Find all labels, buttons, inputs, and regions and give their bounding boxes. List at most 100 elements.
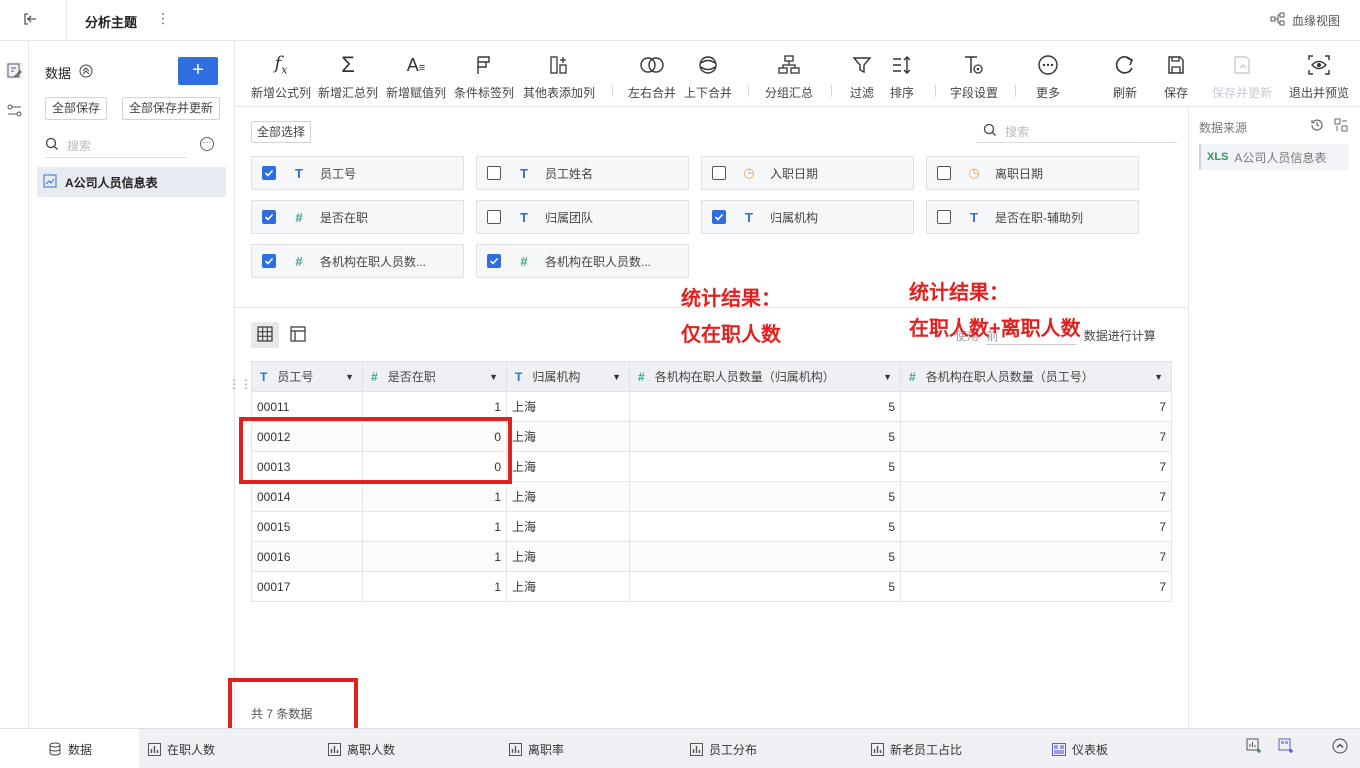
field-chip-is-employed-helper[interactable]: T 是否在职-辅助列: [926, 200, 1139, 234]
table-cell[interactable]: 5: [629, 511, 901, 542]
field-chip-team[interactable]: T 归属团队: [476, 200, 689, 234]
transform-icon[interactable]: [6, 102, 23, 119]
checkbox-checked[interactable]: [712, 210, 726, 224]
left-right-merge-button[interactable]: 左右合并: [626, 51, 678, 101]
add-summary-column-button[interactable]: Σ 新增汇总列: [317, 51, 379, 101]
table-cell[interactable]: 上海: [506, 451, 630, 482]
table-cell[interactable]: 7: [900, 541, 1172, 572]
refresh-button[interactable]: 刷新: [1108, 51, 1142, 101]
checkbox-unchecked[interactable]: [487, 210, 501, 224]
sort-button[interactable]: 排序: [885, 51, 919, 101]
checkbox-unchecked[interactable]: [937, 210, 951, 224]
group-summary-button[interactable]: 分组汇总: [762, 51, 816, 101]
add-dashboard-icon[interactable]: [1278, 738, 1294, 757]
table-cell[interactable]: 7: [900, 571, 1172, 602]
table-cell[interactable]: 1: [362, 511, 507, 542]
collapse-tabs-icon[interactable]: [1332, 738, 1348, 757]
table-item[interactable]: A公司人员信息表: [37, 167, 226, 197]
table-cell[interactable]: 上海: [506, 421, 630, 452]
tab-dashboard[interactable]: 仪表板: [1052, 729, 1108, 768]
add-formula-column-button[interactable]: fx 新增公式列: [250, 51, 312, 101]
lineage-view-button[interactable]: 血缘视图: [1270, 12, 1340, 29]
checkbox-checked[interactable]: [487, 254, 501, 268]
table-cell[interactable]: 00015: [251, 511, 363, 542]
table-cell[interactable]: 00017: [251, 571, 363, 602]
table-cell[interactable]: 上海: [506, 571, 630, 602]
caret-down-icon[interactable]: ▼: [883, 372, 892, 382]
data-source-item[interactable]: XLS A公司人员信息表: [1199, 144, 1349, 170]
save-and-update-button[interactable]: 保存并更新: [1208, 51, 1276, 101]
caret-down-icon[interactable]: ▼: [612, 372, 621, 382]
field-chip-org-employee-count-2[interactable]: # 各机构在职人员数...: [476, 244, 689, 278]
field-chip-org[interactable]: T 归属机构: [701, 200, 914, 234]
table-cell[interactable]: 5: [629, 451, 901, 482]
exit-icon[interactable]: [22, 11, 42, 31]
save-all-button[interactable]: 全部保存: [45, 97, 108, 120]
table-cell[interactable]: 7: [900, 451, 1172, 482]
table-cell[interactable]: 上海: [506, 541, 630, 572]
add-assign-column-button[interactable]: A≡ 新增赋值列: [385, 51, 447, 101]
condition-tag-column-button[interactable]: 条件标签列: [453, 51, 515, 101]
add-column-from-other-table-button[interactable]: 其他表添加列: [521, 51, 597, 101]
table-cell[interactable]: 1: [362, 541, 507, 572]
checkbox-unchecked[interactable]: [487, 166, 501, 180]
caret-down-icon[interactable]: ▼: [345, 372, 354, 382]
table-cell[interactable]: 1: [362, 571, 507, 602]
filter-button[interactable]: 过滤: [845, 51, 879, 101]
tab-employed-count[interactable]: 在职人数: [148, 729, 215, 768]
field-chip-employee-id[interactable]: T 员工号: [251, 156, 464, 190]
table-cell[interactable]: 7: [900, 391, 1172, 422]
checkbox-unchecked[interactable]: [712, 166, 726, 180]
tab-turnover-rate[interactable]: 离职率: [509, 729, 564, 768]
save-button[interactable]: 保存: [1159, 51, 1193, 101]
column-header-is-employed[interactable]: # 是否在职 ▼: [362, 361, 507, 392]
column-header-org[interactable]: T 归属机构 ▼: [506, 361, 630, 392]
table-cell[interactable]: 5: [629, 481, 901, 512]
field-chip-is-employed[interactable]: # 是否在职: [251, 200, 464, 234]
save-all-update-button[interactable]: 全部保存并更新: [122, 97, 221, 120]
field-chip-org-employee-count-1[interactable]: # 各机构在职人员数...: [251, 244, 464, 278]
table-cell[interactable]: 5: [629, 541, 901, 572]
checkbox-checked[interactable]: [262, 254, 276, 268]
data-edit-icon[interactable]: [6, 62, 23, 79]
field-search-input[interactable]: 搜索: [977, 121, 1177, 143]
table-cell[interactable]: 7: [900, 511, 1172, 542]
table-cell[interactable]: 上海: [506, 391, 630, 422]
table-cell[interactable]: 1: [362, 481, 507, 512]
field-chip-employee-name[interactable]: T 员工姓名: [476, 156, 689, 190]
table-cell[interactable]: 上海: [506, 481, 630, 512]
history-icon[interactable]: [1310, 118, 1324, 135]
add-data-button[interactable]: +: [178, 57, 218, 85]
exit-and-preview-button[interactable]: 退出并预览: [1287, 51, 1351, 101]
field-chip-leave-date[interactable]: ◷ 离职日期: [926, 156, 1139, 190]
add-component-icon[interactable]: [1246, 738, 1262, 757]
data-search-input[interactable]: 搜索: [45, 133, 187, 158]
tab-new-old-ratio[interactable]: 新老员工占比: [871, 729, 962, 768]
caret-down-icon[interactable]: ▼: [489, 372, 498, 382]
checkbox-unchecked[interactable]: [937, 166, 951, 180]
select-all-button[interactable]: 全部选择: [251, 121, 312, 143]
checkbox-checked[interactable]: [262, 210, 276, 224]
more-button[interactable]: 更多: [1031, 51, 1065, 101]
resize-handle[interactable]: ⋮⋮: [228, 377, 252, 391]
table-cell[interactable]: 00014: [251, 481, 363, 512]
table-cell[interactable]: 7: [900, 481, 1172, 512]
table-cell[interactable]: 5: [629, 421, 901, 452]
tab-data[interactable]: 数据: [0, 729, 139, 768]
table-cell[interactable]: 5: [629, 391, 901, 422]
collapse-up-icon[interactable]: [79, 64, 93, 81]
column-header-org-count-by-org[interactable]: # 各机构在职人员数量（归属机构） ▼: [629, 361, 901, 392]
field-chip-hire-date[interactable]: ◷ 入职日期: [701, 156, 914, 190]
table-cell[interactable]: 5: [629, 571, 901, 602]
tab-employee-distribution[interactable]: 员工分布: [690, 729, 757, 768]
tab-left-count[interactable]: 离职人数: [328, 729, 395, 768]
checkbox-checked[interactable]: [262, 166, 276, 180]
column-header-employee-id[interactable]: T 员工号 ▼: [251, 361, 363, 392]
caret-down-icon[interactable]: ▼: [1154, 372, 1163, 382]
layout-view-toggle[interactable]: [284, 322, 312, 348]
more-vertical-icon[interactable]: ⋮: [156, 10, 170, 27]
table-cell[interactable]: 上海: [506, 511, 630, 542]
table-cell[interactable]: 7: [900, 421, 1172, 452]
table-view-toggle[interactable]: [251, 322, 279, 348]
up-down-merge-button[interactable]: 上下合并: [682, 51, 734, 101]
